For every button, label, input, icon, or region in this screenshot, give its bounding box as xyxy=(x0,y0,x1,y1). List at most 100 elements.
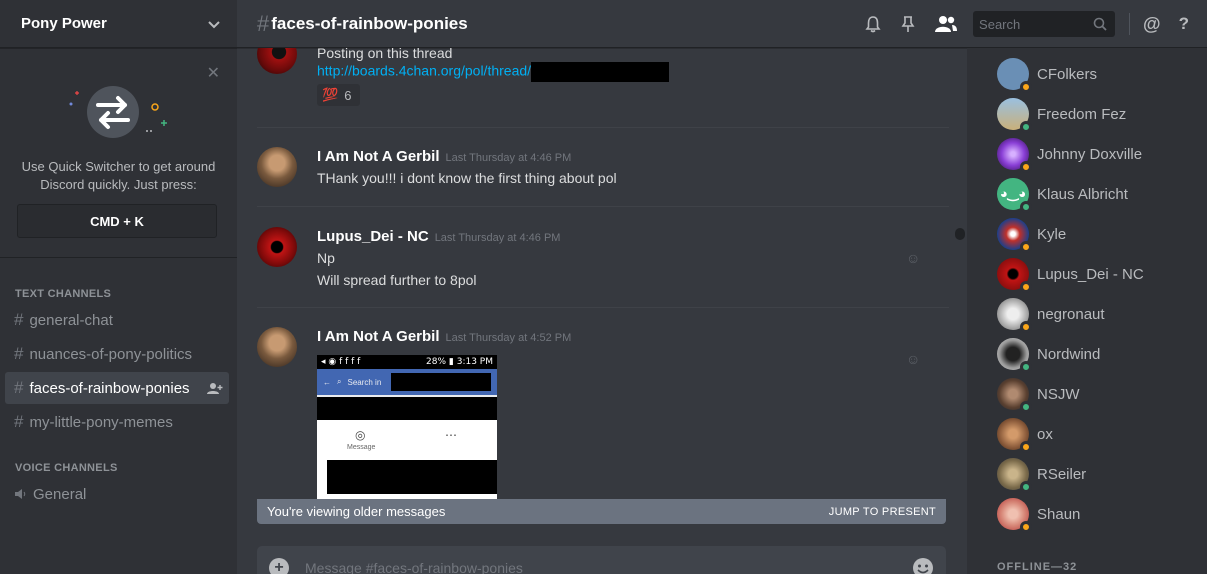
message-composer[interactable]: + Message #faces-of-rainbow-ponies xyxy=(257,546,946,574)
channel-label: faces-of-rainbow-ponies xyxy=(29,379,190,397)
upload-plus-icon[interactable]: + xyxy=(269,558,289,574)
reaction-badge[interactable]: 💯 6 xyxy=(317,84,360,106)
text-channels-category[interactable]: TEXT CHANNELS xyxy=(0,284,237,304)
quick-switcher-line-2: Discord quickly. Just press: xyxy=(40,177,197,192)
channel-label: general-chat xyxy=(29,311,113,329)
message-input[interactable]: Message #faces-of-rainbow-ponies xyxy=(305,560,912,574)
redacted-block xyxy=(391,373,492,391)
avatar[interactable] xyxy=(257,147,297,187)
mention-icon[interactable]: @ xyxy=(1143,14,1161,35)
phone-action-row: ◎ Message ⋯ xyxy=(317,420,497,460)
add-reaction-icon[interactable]: ☺ xyxy=(906,250,920,266)
channel-general-chat[interactable]: # general-chat xyxy=(5,304,229,336)
member-name: Freedom Fez xyxy=(1037,105,1127,123)
message-text: THank you!!! i dont know the first thing… xyxy=(317,170,617,186)
hash-icon: # xyxy=(14,310,24,329)
jump-to-present-button[interactable]: JUMP TO PRESENT xyxy=(829,506,936,518)
avatar xyxy=(997,138,1032,173)
status-online-icon xyxy=(1020,201,1032,213)
message-timestamp: Last Thursday at 4:52 PM xyxy=(445,332,572,344)
avatar xyxy=(997,58,1032,93)
phone-time: 3:13 PM xyxy=(456,357,493,367)
channel-title: faces-of-rainbow-ponies xyxy=(271,13,468,33)
avatar xyxy=(997,418,1032,453)
scrollbar-thumb[interactable] xyxy=(955,228,965,240)
members-icon[interactable] xyxy=(934,15,958,33)
message-author[interactable]: Lupus_Dei - NC Last Thursday at 4:46 PM xyxy=(317,228,560,245)
help-icon[interactable]: ? xyxy=(1179,14,1189,34)
avatar xyxy=(997,378,1032,413)
status-right: 28% ▮ 3:13 PM xyxy=(426,357,493,367)
message-author[interactable]: I Am Not A Gerbil Last Thursday at 4:46 P… xyxy=(317,148,571,165)
quick-switcher-shortcut[interactable]: CMD + K xyxy=(17,204,217,238)
status-idle-icon xyxy=(1020,521,1032,533)
member-name: Klaus Albricht xyxy=(1037,185,1128,203)
hash-icon: # xyxy=(14,412,24,431)
phone-status-bar: ◂ ◉ f f f f 28% ▮ 3:13 PM xyxy=(317,355,497,369)
message-list: Posting on this thread http://boards.4ch… xyxy=(237,48,967,526)
toolbar-divider xyxy=(1129,13,1131,35)
avatar xyxy=(997,458,1032,493)
member-name: Johnny Doxville xyxy=(1037,145,1143,163)
message: I Am Not A Gerbil Last Thursday at 4:52 P… xyxy=(237,327,949,526)
status-online-icon xyxy=(1020,121,1032,133)
quick-switcher-text: Use Quick Switcher to get around Discord… xyxy=(0,158,237,194)
hash-icon: # xyxy=(257,10,270,36)
back-arrow-icon: ← xyxy=(323,377,331,387)
member-item[interactable]: NSJW xyxy=(997,374,1080,414)
search-input[interactable]: Search xyxy=(973,11,1116,37)
message-link[interactable]: http://boards.4chan.org/pol/thread/ xyxy=(317,63,531,79)
voice-channel-general[interactable]: General xyxy=(5,478,229,510)
voice-channels-category[interactable]: VOICE CHANNELS xyxy=(0,458,237,478)
member-item[interactable]: Freedom Fez xyxy=(997,94,1126,134)
member-name: Lupus_Dei - NC xyxy=(1037,265,1144,283)
message-text: Posting on this thread xyxy=(317,48,453,61)
status-idle-icon xyxy=(1020,241,1032,253)
quick-switcher-line-1: Use Quick Switcher to get around xyxy=(21,159,216,174)
scrollbar-track[interactable] xyxy=(955,52,965,520)
member-item[interactable]: negronaut xyxy=(997,294,1105,334)
channel-my-little-pony-memes[interactable]: # my-little-pony-memes xyxy=(5,406,229,438)
add-member-icon[interactable] xyxy=(207,382,223,394)
member-name: RSeiler xyxy=(1037,465,1087,483)
phone-message-label: Message xyxy=(347,444,376,451)
image-attachment[interactable]: ◂ ◉ f f f f 28% ▮ 3:13 PM ← ⌕ Search in … xyxy=(317,355,497,500)
message-continued: Posting on this thread http://boards.4ch… xyxy=(237,48,949,124)
member-item[interactable]: Johnny Doxville xyxy=(997,134,1142,174)
message-divider xyxy=(257,206,949,207)
redacted-block xyxy=(531,62,670,82)
speaker-icon xyxy=(15,489,26,499)
avatar xyxy=(997,298,1032,333)
channel-faces-of-rainbow-ponies[interactable]: # faces-of-rainbow-ponies xyxy=(5,372,229,404)
avatar xyxy=(997,98,1032,133)
member-item[interactable]: ox xyxy=(997,414,1053,454)
member-name: negronaut xyxy=(1037,305,1105,323)
close-icon[interactable]: ✕ xyxy=(207,63,220,83)
header-toolbar: Search @ ? xyxy=(855,0,1207,48)
battery-percent: 28% xyxy=(426,357,447,367)
member-item[interactable]: Shaun xyxy=(997,494,1080,534)
add-reaction-icon[interactable]: ☺ xyxy=(906,351,920,367)
avatar[interactable] xyxy=(257,227,297,267)
member-item[interactable]: CFolkers xyxy=(997,54,1097,94)
channel-label: nuances-of-pony-politics xyxy=(29,345,193,363)
message-link-line: http://boards.4chan.org/pol/thread/ xyxy=(317,62,670,82)
server-header[interactable]: Pony Power xyxy=(0,0,237,48)
member-item[interactable]: RSeiler xyxy=(997,454,1086,494)
quick-switcher-arrows-icon xyxy=(69,86,167,138)
pin-icon[interactable] xyxy=(900,15,916,33)
channel-nuances-of-pony-politics[interactable]: # nuances-of-pony-politics xyxy=(5,338,229,370)
member-item[interactable]: Lupus_Dei - NC xyxy=(997,254,1144,294)
member-item[interactable]: Nordwind xyxy=(997,334,1100,374)
message-author[interactable]: I Am Not A Gerbil Last Thursday at 4:52 P… xyxy=(317,328,571,345)
quick-switcher-tip: ✕ Use Quick Switcher to get around Disco… xyxy=(0,49,237,258)
emoji-picker-icon[interactable] xyxy=(912,557,934,574)
avatar[interactable] xyxy=(257,48,297,74)
avatar[interactable] xyxy=(257,327,297,367)
bell-icon[interactable] xyxy=(864,15,882,33)
member-item[interactable]: Kyle xyxy=(997,214,1066,254)
message-timestamp: Last Thursday at 4:46 PM xyxy=(434,232,561,244)
member-item[interactable]: ◕‿◕ Klaus Albricht xyxy=(997,174,1128,214)
avatar xyxy=(997,498,1032,533)
avatar xyxy=(997,258,1032,293)
